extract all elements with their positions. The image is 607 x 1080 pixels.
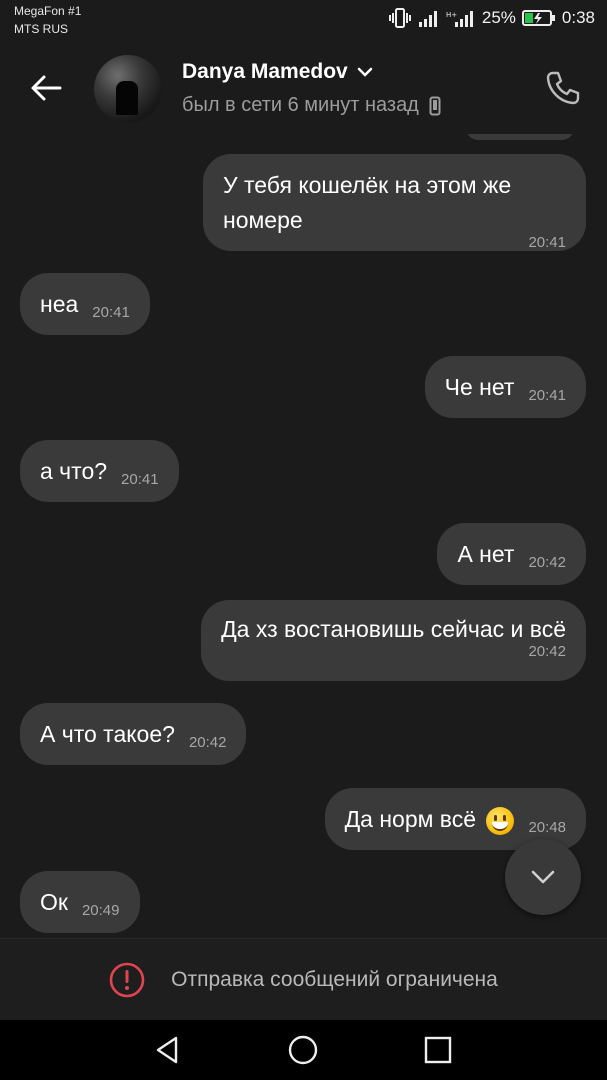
nav-home-button[interactable] xyxy=(287,1034,319,1066)
message-text-content: Да норм всё xyxy=(344,806,477,832)
vibrate-icon xyxy=(388,8,412,28)
message-time: 20:42 xyxy=(528,643,566,660)
contact-status: был в сети 6 минут назад xyxy=(182,94,441,117)
scroll-to-bottom-button[interactable] xyxy=(505,839,581,915)
chevron-down-icon xyxy=(357,67,372,77)
nav-back-button[interactable] xyxy=(152,1034,184,1066)
message-text: Че нет xyxy=(444,374,515,400)
grinning-face-icon xyxy=(486,806,515,835)
back-button[interactable] xyxy=(26,68,66,108)
status-icons: H+ 25% 0:38 xyxy=(388,8,595,28)
carrier-1: MegaFon #1 xyxy=(14,4,82,18)
back-arrow-icon xyxy=(31,75,62,101)
phone-call-icon xyxy=(546,71,580,105)
avatar[interactable] xyxy=(94,55,162,123)
message-time: 20:42 xyxy=(188,733,227,751)
chevron-down-icon xyxy=(531,870,555,884)
message-text: Ок xyxy=(40,889,68,915)
message-time: 20:48 xyxy=(528,818,566,836)
message-outgoing[interactable]: Че нет 20:41 xyxy=(424,356,586,418)
message-time: 20:41 xyxy=(528,386,566,404)
signal-1-icon xyxy=(418,9,440,27)
contact-name[interactable]: Danya Mamedov xyxy=(182,60,374,84)
message-text: Да хз востановишь сейчас и всё xyxy=(221,616,566,642)
chat-header: Danya Mamedov был в сети 6 минут назад xyxy=(0,42,607,134)
status-bar: MegaFon #1 MTS RUS H+ 25% 0:38 xyxy=(0,0,607,42)
message-outgoing[interactable]: А нет 20:42 xyxy=(437,523,586,585)
contact-name-text: Danya Mamedov xyxy=(182,60,348,83)
clock: 0:38 xyxy=(561,8,595,27)
phone-device-icon xyxy=(429,96,441,115)
restriction-text: Отправка сообщений ограничена xyxy=(171,968,498,991)
last-seen-text: был в сети 6 минут назад xyxy=(182,94,419,116)
circle-home-icon xyxy=(288,1035,318,1065)
message-outgoing[interactable]: У тебя кошелёк на этом же номере 20:41 xyxy=(203,154,586,251)
call-button[interactable] xyxy=(543,68,583,108)
message-time: 20:41 xyxy=(92,303,130,321)
message-time: 20:42 xyxy=(528,553,566,571)
message-text: а что? xyxy=(40,458,108,484)
message-outgoing[interactable]: Да хз востановишь сейчас и всё 20:42 xyxy=(201,600,586,681)
nav-recents-button[interactable] xyxy=(422,1034,454,1066)
message-text: А что такое? xyxy=(40,721,175,747)
message-time: 20:41 xyxy=(121,470,159,488)
message-incoming[interactable]: А что такое? 20:42 xyxy=(20,703,247,765)
message-time: 20:49 xyxy=(81,901,120,919)
message-list[interactable]: У тебя кошелёк на этом же номере 20:41 н… xyxy=(0,134,607,938)
square-recents-icon xyxy=(424,1036,452,1064)
message-text: А нет xyxy=(457,541,515,567)
partial-message-bubble xyxy=(466,134,574,140)
svg-text:H+: H+ xyxy=(446,11,457,19)
battery-percent: 25% xyxy=(481,8,516,27)
message-time: 20:41 xyxy=(528,234,566,251)
message-text: Да норм всё xyxy=(345,788,515,850)
message-incoming[interactable]: неа 20:41 xyxy=(20,273,150,335)
triangle-back-icon xyxy=(156,1036,178,1064)
messaging-restricted-banner: Отправка сообщений ограничена xyxy=(0,938,607,1021)
battery-charging-icon xyxy=(521,9,556,27)
message-incoming[interactable]: Ок 20:49 xyxy=(20,871,140,933)
signal-2-icon: H+ xyxy=(446,9,476,27)
message-text: неа xyxy=(40,291,79,317)
system-navigation-bar xyxy=(0,1020,607,1080)
message-text: У тебя кошелёк на этом же номере xyxy=(223,172,512,233)
carrier-2: MTS RUS xyxy=(14,22,68,36)
alert-circle-icon xyxy=(109,962,145,998)
message-incoming[interactable]: а что? 20:41 xyxy=(20,440,179,502)
